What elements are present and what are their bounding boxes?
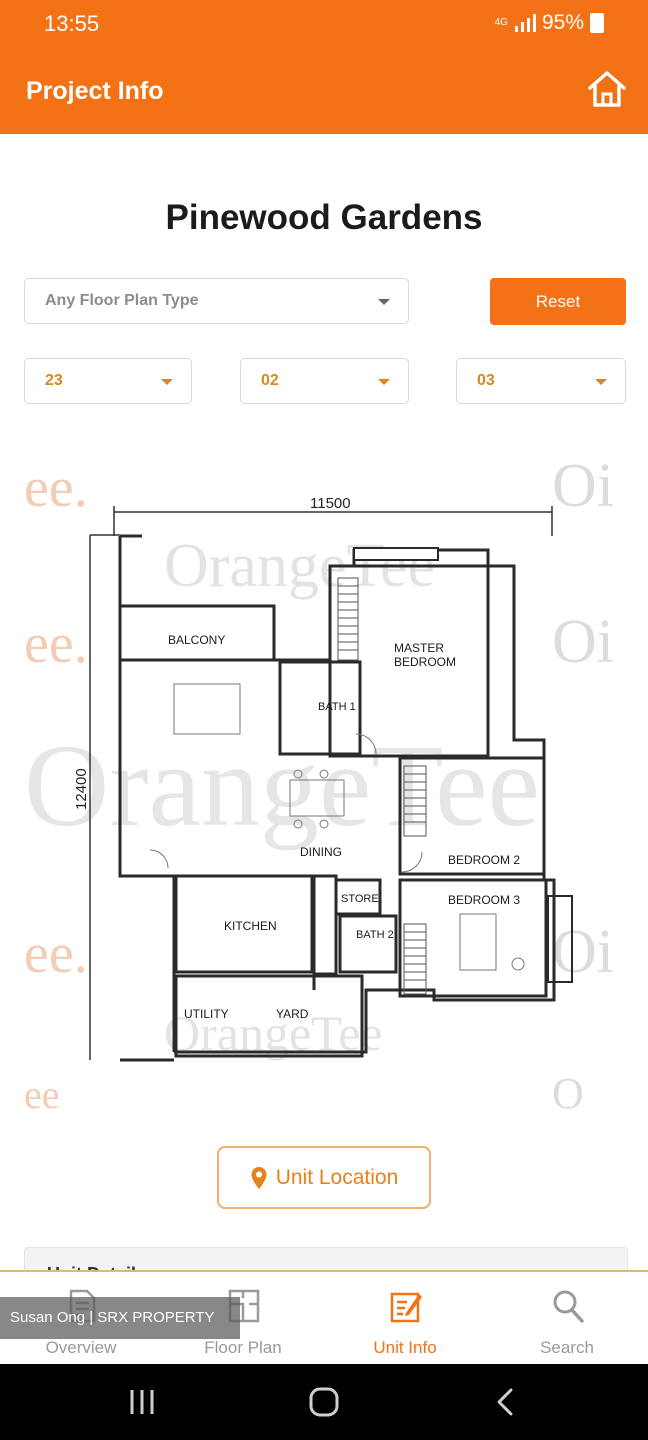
block-value: 23 — [45, 372, 63, 389]
search-icon — [553, 1290, 584, 1323]
unit-select[interactable]: 03 — [456, 358, 626, 404]
floor-value: 02 — [261, 372, 279, 389]
unit-value: 03 — [477, 372, 495, 389]
reset-button[interactable]: Reset — [490, 278, 626, 325]
nav-search[interactable]: Search — [486, 1272, 648, 1366]
room-store: STORE — [341, 893, 379, 905]
room-bath1: BATH 1 — [318, 701, 356, 713]
block-select[interactable]: 23 — [24, 358, 192, 404]
signal-icon — [514, 14, 536, 32]
room-kitchen: KITCHEN — [224, 919, 277, 933]
network-type: 4G — [494, 17, 508, 28]
status-bar: 13:55 4G 95% — [0, 0, 648, 50]
nav-search-label: Search — [540, 1338, 594, 1357]
room-yard: YARD — [276, 1007, 309, 1021]
battery-icon — [590, 13, 604, 33]
agent-caption-overlay: Susan Ong | SRX PROPERTY — [0, 1297, 240, 1339]
floor-plan-type-value: Any Floor Plan Type — [45, 292, 199, 309]
project-title: Pinewood Gardens — [165, 198, 483, 237]
watermark-text: O — [552, 1069, 584, 1118]
app-title: Project Info — [26, 77, 164, 105]
floor-plan-image[interactable]: ee. ee. ee. ee Oi Oi Oi O OrangeTee Oran… — [24, 440, 628, 1120]
nav-unit-info-label: Unit Info — [373, 1338, 437, 1357]
chevron-down-icon — [595, 379, 607, 385]
watermark-logo-large: OrangeTee — [24, 720, 540, 851]
floor-select[interactable]: 02 — [240, 358, 409, 404]
room-bath2: BATH 2 — [356, 929, 394, 941]
watermark-text: ee. — [24, 457, 88, 519]
floor-plan-type-select[interactable]: Any Floor Plan Type — [24, 278, 409, 324]
app-bar: Project Info — [0, 50, 648, 134]
room-utility: UTILITY — [184, 1007, 229, 1021]
room-dining: DINING — [300, 845, 342, 859]
room-master-bedroom: BEDROOM — [394, 655, 456, 669]
recent-apps-icon[interactable] — [122, 1382, 162, 1422]
depth-dimension: 12400 — [73, 768, 90, 810]
home-icon[interactable] — [586, 68, 628, 110]
system-nav-bar — [0, 1364, 648, 1440]
chevron-down-icon — [378, 379, 390, 385]
width-dimension: 11500 — [310, 495, 351, 512]
back-icon[interactable] — [486, 1382, 526, 1422]
watermark-text: ee. — [24, 923, 88, 985]
nav-overview-label: Overview — [45, 1338, 117, 1357]
nav-unit-info[interactable]: Unit Info — [324, 1272, 486, 1366]
room-bedroom3: BEDROOM 3 — [448, 893, 520, 907]
home-button-icon[interactable] — [304, 1382, 344, 1422]
room-bedroom2: BEDROOM 2 — [448, 853, 520, 867]
watermark-text: Oi — [552, 608, 614, 676]
watermark-text: ee. — [24, 613, 88, 675]
unit-info-icon — [390, 1292, 422, 1323]
chevron-down-icon — [161, 379, 173, 385]
chevron-down-icon — [378, 299, 390, 305]
status-time: 13:55 — [44, 11, 100, 36]
room-master: MASTER — [394, 641, 444, 655]
watermark-text: Oi — [552, 452, 614, 520]
room-balcony: BALCONY — [168, 633, 225, 647]
status-indicators: 4G 95% — [495, 11, 604, 35]
nav-floor-plan-label: Floor Plan — [204, 1338, 282, 1357]
map-pin-icon — [251, 1166, 267, 1189]
watermark-text: Oi — [552, 918, 614, 986]
unit-location-label: Unit Location — [275, 1165, 399, 1189]
battery-percent: 95% — [541, 11, 584, 34]
watermark-text: ee — [24, 1072, 60, 1117]
unit-location-button[interactable]: Unit Location — [217, 1146, 431, 1209]
